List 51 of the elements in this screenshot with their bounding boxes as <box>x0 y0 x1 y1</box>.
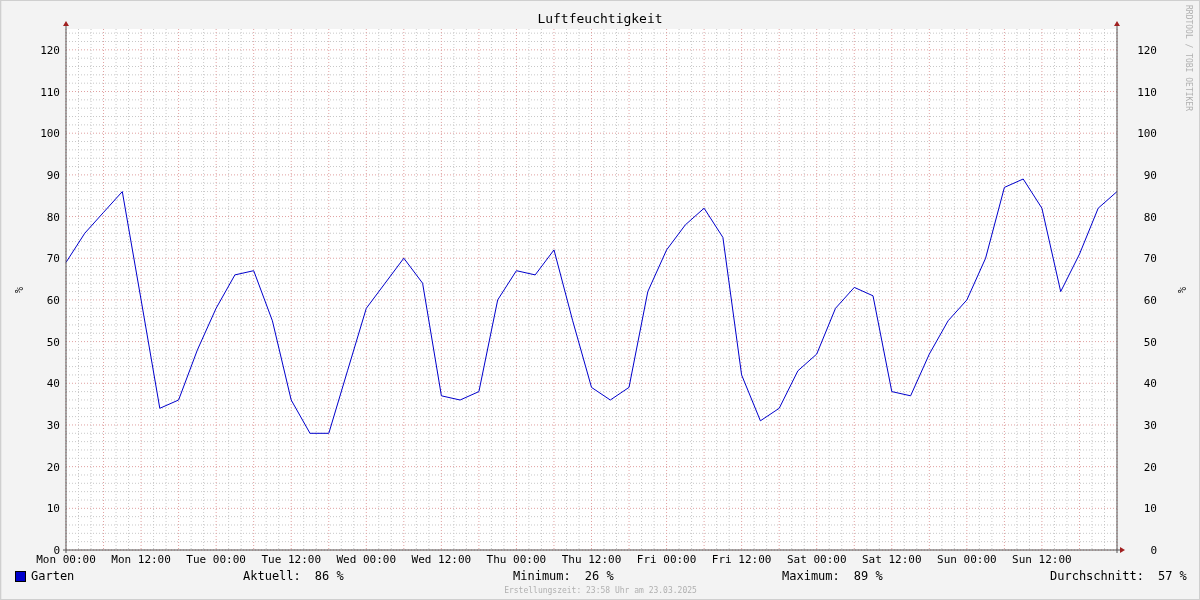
stat-label: Aktuell: <box>243 569 301 583</box>
axis-tick-label: Wed 00:00 <box>336 553 397 566</box>
axis-tick-label: Sat 00:00 <box>786 553 847 566</box>
axis-tick-label: 10 <box>46 502 60 516</box>
axis-tick-label: Sat 12:00 <box>862 553 922 566</box>
axis-tick-label: Sun 12:00 <box>1012 553 1072 566</box>
axis-tick-label: 70 <box>1143 252 1157 266</box>
axis-tick-label: Fri 00:00 <box>636 553 697 566</box>
axis-tick-label: 120 <box>40 43 60 57</box>
axis-tick-label: 20 <box>1143 460 1157 474</box>
axis-tick-label: 60 <box>1143 293 1157 307</box>
chart-title: Luftfeuchtigkeit <box>537 11 663 26</box>
axis-label: % <box>1176 287 1187 293</box>
stat-value: 26 % <box>584 569 614 583</box>
axis-tick-label: Fri 12:00 <box>711 553 772 566</box>
axis-tick-label: 90 <box>1143 168 1157 182</box>
axis-tick-label: 0 <box>1150 544 1157 557</box>
axis-tick-label: Tue 12:00 <box>261 553 321 566</box>
stat-label: Minimum: <box>513 569 571 583</box>
axis-tick-label: 40 <box>1143 377 1157 391</box>
axis-tick-label: Thu 00:00 <box>486 553 547 566</box>
axis-tick-label: 50 <box>1143 335 1157 349</box>
axis-tick-label: Tue 00:00 <box>186 553 246 566</box>
axis-tick-label: 80 <box>1143 210 1157 224</box>
axis-tick-label: 90 <box>46 168 60 182</box>
axis-tick-label: 50 <box>46 335 60 349</box>
credit-text: RRDTOOL / TOBI OETIKER <box>1184 5 1193 111</box>
axis-tick-label: 60 <box>46 293 60 307</box>
axis-tick-label: 80 <box>46 210 60 224</box>
axis-tick-label: 100 <box>1137 127 1157 141</box>
axis-tick-label: 40 <box>46 377 60 391</box>
axis-tick-label: Sun 00:00 <box>937 553 997 566</box>
stat-label: Maximum: <box>782 569 840 583</box>
axis-tick-label: 10 <box>1143 502 1157 516</box>
axis-tick-label: 110 <box>40 85 60 99</box>
axis-tick-label: 30 <box>1143 418 1157 432</box>
axis-tick-label: 30 <box>46 418 60 432</box>
legend-label: Garten <box>31 569 75 583</box>
axis-label: % <box>13 287 24 293</box>
axis-tick-label: Wed 12:00 <box>411 553 472 566</box>
axis-tick-label: 110 <box>1137 85 1157 99</box>
stat-value: 86 % <box>314 569 344 583</box>
stat-value: 89 % <box>853 569 883 583</box>
axis-tick-label: 70 <box>46 252 60 266</box>
stat-label: Durchschnitt: <box>1050 569 1144 583</box>
stat-value: 57 % <box>1157 569 1187 583</box>
axis-tick-label: Mon 12:00 <box>111 553 171 566</box>
axis-tick-label: 100 <box>40 127 60 141</box>
axis-tick-label: 20 <box>46 460 60 474</box>
axis-tick-label: Thu 12:00 <box>561 553 622 566</box>
axis-tick-label: 120 <box>1137 43 1157 57</box>
